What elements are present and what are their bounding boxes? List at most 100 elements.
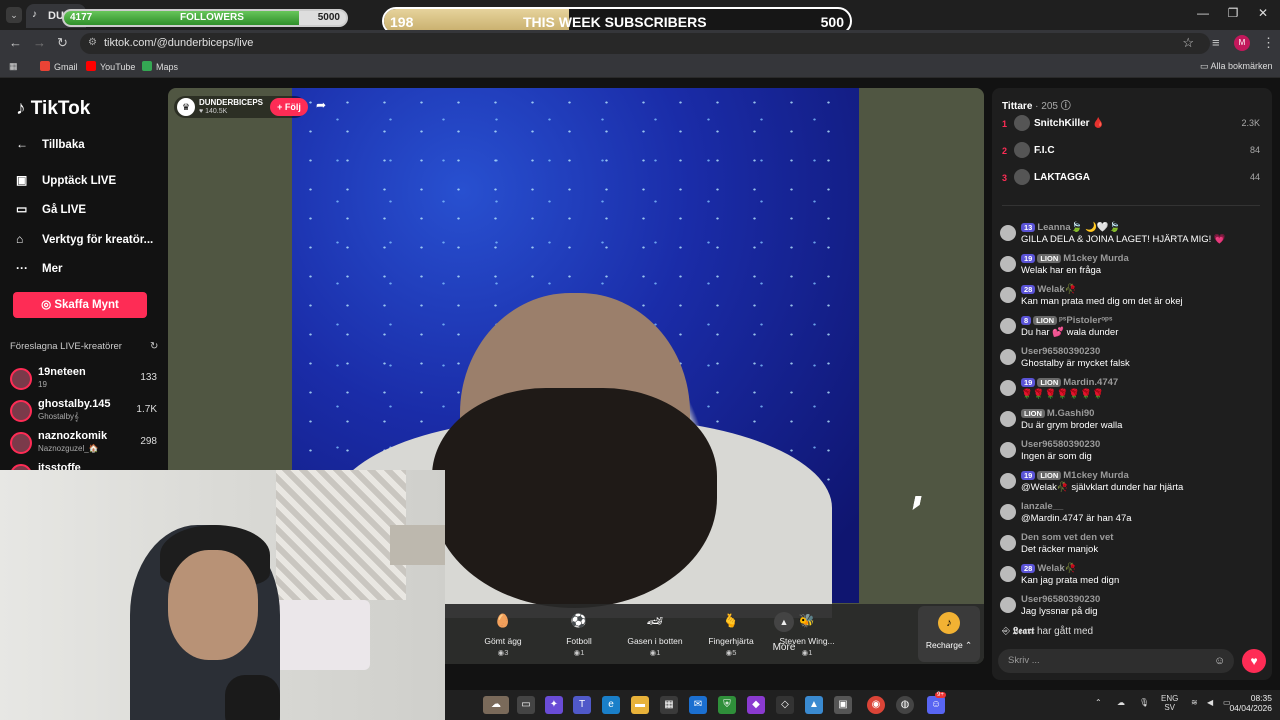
task-view-icon[interactable]: ▭ [517, 696, 535, 714]
host-info[interactable]: ♛ DUNDERBICEPS ♥ 140.5K + Följ [174, 96, 308, 118]
emoji-icon[interactable]: ☺ [1214, 655, 1225, 667]
mail-icon[interactable]: ✉ [689, 696, 707, 714]
gift-egg-icon: 🥚 [494, 613, 512, 628]
creator-item[interactable]: naznozkomik Naznozguzel_🏠 298 [10, 430, 160, 460]
top-viewer-item[interactable]: 3 LAKTAGGA 44 [1002, 169, 1260, 189]
lion-badge: LION [1033, 316, 1058, 325]
apps-grid-icon[interactable]: ▦ [9, 61, 18, 72]
message-text: Welak har en fråga [1021, 265, 1102, 276]
avatar [1000, 349, 1016, 365]
taskbar-clock[interactable]: 08:35 04/04/2026 [1224, 693, 1272, 713]
top-viewer-item[interactable]: 1 SnitchKiller 🩸 2.3K [1002, 115, 1260, 135]
gift-item[interactable]: 🥚 Gömt ägg ◉3 [470, 610, 536, 657]
follow-button[interactable]: + Följ [270, 98, 308, 116]
creator-item[interactable]: 19neteen 19 133 [10, 366, 160, 396]
tray-chevron-icon[interactable]: ⌃ [1095, 698, 1102, 707]
wifi-icon[interactable]: ≋ [1191, 698, 1198, 707]
gift-item[interactable]: 🏎 Gasen i botten ◉1 [622, 610, 688, 657]
m365-icon[interactable]: ◆ [747, 696, 765, 714]
get-coins-button[interactable]: ◎ Skaffa Mynt [13, 292, 147, 318]
gift-item[interactable]: ⚽ Fotboll ◉1 [546, 610, 612, 657]
logo-text: TikTok [30, 98, 91, 119]
obs-icon[interactable]: ◍ [896, 696, 914, 714]
recharge-button[interactable]: ♪ Recharge ⌃ [918, 606, 980, 662]
chat-panel: Tittare · 205 ⓘ 1 SnitchKiller 🩸 2.3K 2 F.I.… [992, 88, 1272, 680]
bookmark-label: Maps [156, 62, 179, 72]
top-viewer-item[interactable]: 2 F.I.C 84 [1002, 142, 1260, 162]
join-icon: ⎆ [1002, 626, 1013, 637]
sidebar-item-go-live[interactable]: ▭ Gå LIVE [16, 202, 86, 216]
all-bookmarks[interactable]: ▭ Alla bokmärken [1200, 61, 1273, 72]
level-badge: 13 [1021, 223, 1036, 232]
message-username: ᵖˢPistolerᵒᵖˢ [1059, 315, 1113, 326]
gift-item[interactable]: 🫰 Fingerhjärta ◉5 [698, 610, 764, 657]
tab-search-icon[interactable]: ⌄ [6, 7, 22, 23]
chat-input-placeholder: Skriv ... [1008, 655, 1040, 666]
chat-input[interactable]: Skriv ... [998, 649, 1234, 673]
widget-icon[interactable]: ☁ [483, 696, 509, 714]
message-user: 28 Welak🥀 [1021, 563, 1076, 574]
sidebar-item-creator-tools[interactable]: ⌂ Verktyg för kreatör... [16, 232, 153, 246]
volume-icon[interactable]: ◀ [1207, 698, 1213, 707]
creator-item[interactable]: ghostalby.145 Ghostalby𝄞 1.7K [10, 398, 160, 428]
message-text: @Mardin.4747 är han 47a [1021, 513, 1132, 524]
bookmark-maps[interactable]: Maps [142, 61, 178, 72]
back-arrow-icon[interactable]: ← [9, 35, 22, 50]
discord-icon[interactable]: ☺ [927, 696, 945, 714]
edge-icon[interactable]: e [602, 696, 620, 714]
sidebar-item-more[interactable]: ··· Mer [16, 261, 62, 275]
reload-icon[interactable]: ↻ [57, 35, 68, 51]
language-indicator[interactable]: ENG SV [1161, 694, 1178, 712]
address-bar[interactable]: ⚙ tiktok.com/@dunderbiceps/live ☆ [80, 33, 1210, 54]
refresh-icon[interactable]: ↻ [150, 341, 158, 352]
viewer-name: F.I.C [1034, 145, 1055, 156]
back-button[interactable]: ← Tillbaka [16, 137, 85, 151]
bookmark-youtube[interactable]: YouTube [86, 61, 135, 72]
message-user: 19 LION M1ckey Murda [1021, 253, 1129, 264]
gift-price: ◉5 [725, 648, 737, 657]
security-icon[interactable]: ⛨ [718, 696, 736, 714]
message-user: User96580390230 [1021, 594, 1100, 605]
profile-avatar[interactable]: M [1234, 35, 1250, 51]
app-icon[interactable]: ◇ [776, 696, 794, 714]
gift-football-icon: ⚽ [570, 613, 588, 628]
window-curtain [276, 470, 406, 600]
store-icon[interactable]: ▦ [660, 696, 678, 714]
message-text: Du har 💕 wala dunder [1021, 327, 1119, 338]
gift-price: ◉1 [573, 648, 585, 657]
sidebar-item-discover-live[interactable]: ▣ Upptäck LIVE [16, 173, 116, 187]
message-username: Leanna🍃 🌙🤍🍃 [1037, 222, 1121, 233]
more-gifts-button[interactable]: ▲ More [766, 612, 802, 653]
bookmarks-bar: ▦ Gmail YouTube Maps ▭ Alla bokmärken [0, 56, 1280, 78]
share-icon[interactable]: ➦ [316, 98, 326, 112]
teams-icon[interactable]: T [573, 696, 591, 714]
creator-viewers: 1.7K [136, 404, 157, 415]
level-badge: 19 [1021, 378, 1036, 387]
copilot-icon[interactable]: ✦ [545, 696, 563, 714]
restore-icon[interactable]: ❐ [1218, 6, 1248, 20]
photos-icon[interactable]: ▲ [805, 696, 823, 714]
bookmark-label: YouTube [100, 62, 136, 72]
viewers-count: · 205 [1035, 101, 1058, 112]
chrome-icon[interactable]: ◉ [867, 696, 885, 714]
info-icon[interactable]: ⓘ [1061, 101, 1071, 112]
tray-app-icon[interactable]: ☁ [1117, 698, 1125, 707]
creator-name: ghostalby.145 [38, 398, 111, 410]
forward-arrow-icon[interactable]: → [33, 35, 46, 50]
mic-icon[interactable]: 🎙 [1139, 698, 1149, 707]
minimize-icon[interactable]: — [1188, 6, 1218, 20]
more-dots-icon: ··· [16, 261, 28, 275]
message-username: M1ckey Murda [1063, 253, 1129, 264]
viewer-rank: 1 [1002, 119, 1008, 129]
bookmark-star-icon[interactable]: ☆ [1182, 35, 1194, 51]
site-info-icon[interactable]: ⚙ [88, 37, 97, 48]
snipping-icon[interactable]: ▣ [834, 696, 852, 714]
file-explorer-icon[interactable]: ▬ [631, 696, 649, 714]
tiktok-logo[interactable]: ♪ TikTok [16, 98, 90, 120]
viewers-header: Tittare · 205 ⓘ [1002, 97, 1071, 112]
like-heart-button[interactable]: ♥ [1242, 649, 1266, 673]
close-icon[interactable]: ✕ [1248, 6, 1278, 20]
browser-menu-icon[interactable]: ⋮ [1262, 35, 1275, 51]
media-control-icon[interactable]: ≡ [1212, 35, 1220, 50]
bookmark-gmail[interactable]: Gmail [40, 61, 78, 72]
